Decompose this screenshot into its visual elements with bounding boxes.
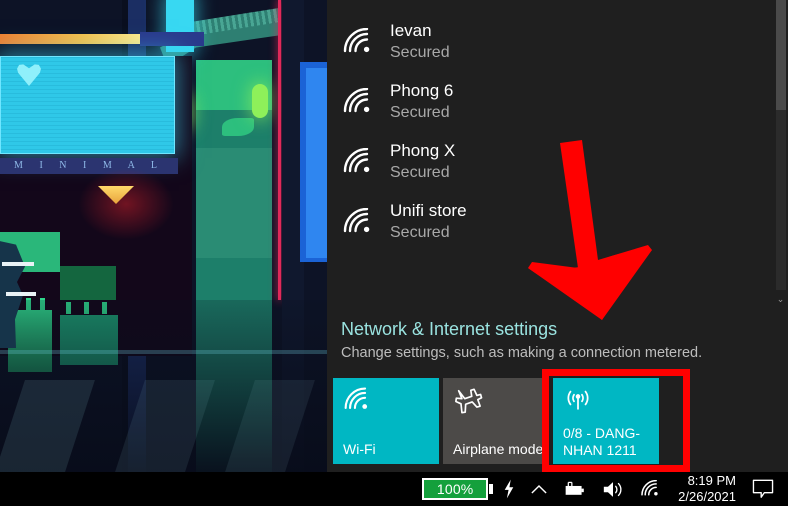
battery-percentage-badge[interactable]: 100%	[422, 478, 494, 500]
chevron-up-icon[interactable]	[523, 472, 555, 506]
taskbar-clock[interactable]: 8:19 PM 2/26/2021	[670, 472, 746, 506]
speech-bubble-icon	[752, 479, 774, 498]
network-status: Secured	[390, 104, 450, 121]
network-list[interactable]: Ievan Secured Phong 6 Secured Phong X Se…	[327, 0, 788, 308]
airplane-mode-tile-label: Airplane mode	[453, 441, 544, 457]
airplane-icon	[453, 387, 541, 421]
wifi-icon	[342, 28, 376, 56]
network-internet-settings-link[interactable]: Network & Internet settings	[341, 316, 788, 342]
battery-percentage-label: 100%	[436, 481, 474, 497]
lightning-bolt-icon[interactable]	[495, 472, 523, 506]
network-settings-section: Network & Internet settings Change setti…	[327, 308, 788, 370]
network-status: Secured	[390, 164, 450, 181]
wifi-icon	[342, 148, 376, 176]
battery-charging-icon[interactable]	[555, 472, 594, 506]
desktop-screenshot: M I N I M A L Ievan Secured Phong 6 Secu…	[0, 0, 788, 506]
speaker-icon[interactable]	[594, 472, 632, 506]
network-name: Unifi store	[390, 201, 467, 220]
clock-date: 2/26/2021	[678, 489, 736, 504]
clock-time: 8:19 PM	[687, 473, 736, 488]
network-status: Secured	[390, 44, 450, 61]
wifi-tile-label: Wi-Fi	[343, 441, 376, 457]
wifi-tile[interactable]: Wi-Fi	[333, 378, 439, 464]
network-list-item[interactable]: Ievan Secured	[327, 12, 788, 72]
airplane-mode-tile[interactable]: Airplane mode	[443, 378, 549, 464]
wifi-icon[interactable]	[632, 472, 670, 506]
network-name: Phong 6	[390, 81, 454, 100]
wifi-icon	[343, 387, 431, 421]
network-list-item[interactable]: Unifi store Secured	[327, 192, 788, 252]
network-list-scrollbar[interactable]: ⌄	[773, 0, 788, 308]
wifi-icon	[342, 208, 376, 236]
network-name: Phong X	[390, 141, 456, 160]
system-tray: 100% 8:19 PM 2/26/2021	[422, 472, 788, 506]
network-list-item[interactable]: Phong 6 Secured	[327, 72, 788, 132]
network-status: Secured	[390, 224, 450, 241]
network-settings-description: Change settings, such as making a connec…	[341, 345, 703, 361]
mobile-hotspot-icon	[563, 387, 651, 421]
taskbar: 100% 8:19 PM 2/26/2021	[0, 472, 788, 506]
network-name: Ievan	[390, 21, 432, 40]
mobile-hotspot-tile-label: 0/8 - DANG-NHAN 1211	[563, 425, 641, 458]
desktop-wallpaper: M I N I M A L	[0, 0, 330, 472]
scrollbar-thumb[interactable]	[776, 0, 786, 110]
mobile-hotspot-tile[interactable]: 0/8 - DANG-NHAN 1211	[553, 378, 659, 464]
quick-action-tiles: Wi-Fi Airplane mode 0/8 - DANG-NHAN 1211	[333, 378, 659, 464]
chevron-down-icon[interactable]: ⌄	[773, 290, 788, 308]
action-center-button[interactable]	[746, 472, 788, 506]
wifi-icon	[342, 88, 376, 116]
network-list-item[interactable]: Phong X Secured	[327, 132, 788, 192]
